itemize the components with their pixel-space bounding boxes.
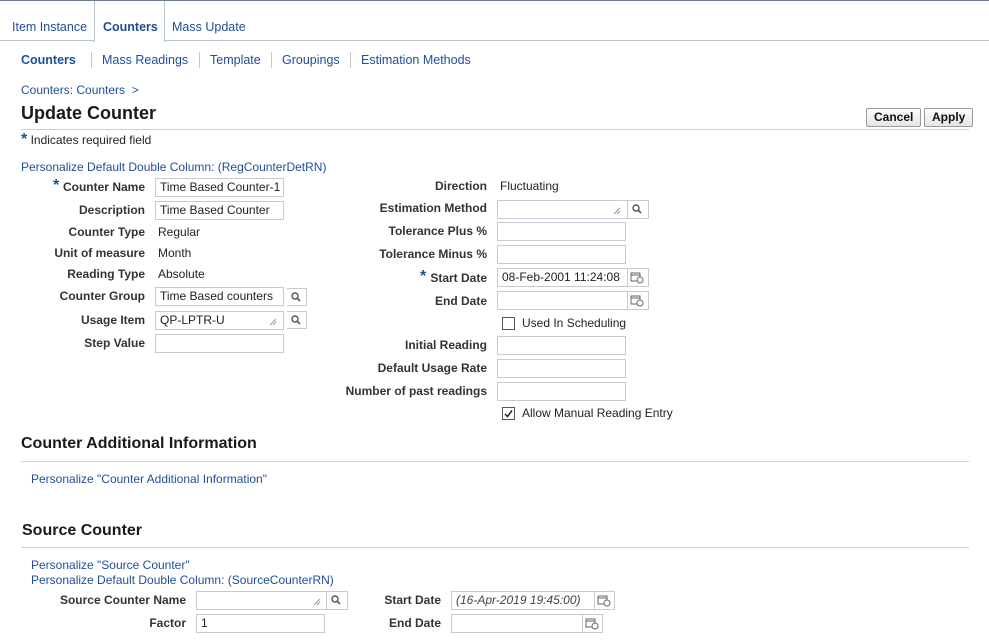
apply-button[interactable]: Apply (924, 108, 974, 127)
end-date-calendar-icon[interactable] (628, 291, 649, 310)
required-note-text: Indicates required field (30, 133, 152, 147)
tolerance-minus-label: Tolerance Minus % (379, 247, 487, 261)
counter-group-input[interactable]: Time Based counters (155, 287, 284, 306)
personalize-source-counter-rn-link[interactable]: Personalize Default Double Column: (Sour… (31, 573, 334, 587)
unit-of-measure-value: Month (158, 246, 192, 260)
estimation-method-label: Estimation Method (379, 201, 487, 215)
counter-group-label: Counter Group (59, 289, 145, 303)
step-value-input[interactable] (155, 334, 284, 353)
tolerance-plus-label: Tolerance Plus % (388, 224, 487, 238)
subnav-counters[interactable]: Counters (21, 53, 76, 67)
source-counter-title: Source Counter (22, 522, 143, 539)
source-counter-search-icon[interactable] (327, 591, 348, 610)
subnav-separator (199, 52, 200, 68)
personalize-source-counter-link[interactable]: Personalize "Source Counter" (31, 558, 190, 572)
source-end-date-input[interactable] (451, 614, 583, 633)
usage-item-search-icon[interactable] (287, 311, 307, 329)
start-date-label: Start Date (430, 271, 487, 285)
resize-grip-icon (312, 596, 322, 610)
tab-item-instance[interactable]: Item Instance (12, 1, 87, 41)
source-end-date-calendar-icon[interactable] (583, 614, 603, 633)
usage-item-input[interactable]: QP-LPTR-U (155, 311, 284, 330)
factor-label: Factor (149, 616, 186, 630)
source-counter-name-label: Source Counter Name (59, 593, 186, 607)
title-divider (21, 129, 969, 130)
page-title: Update Counter (21, 103, 156, 123)
reading-type-label: Reading Type (67, 267, 145, 281)
description-input[interactable]: Time Based Counter (155, 201, 284, 220)
end-date-label: End Date (434, 294, 487, 308)
breadcrumb[interactable]: Counters: Counters > (21, 83, 139, 97)
resize-grip-icon (612, 205, 622, 219)
start-date-calendar-icon[interactable] (628, 268, 649, 287)
direction-label: Direction (434, 179, 487, 193)
description-label: Description (78, 203, 145, 217)
tab-counters[interactable]: Counters (94, 1, 165, 42)
additional-info-divider (21, 461, 969, 462)
source-counter-divider (21, 547, 969, 548)
checkmark-icon (504, 410, 513, 418)
number-past-readings-input[interactable] (497, 382, 626, 401)
tolerance-plus-input[interactable] (497, 222, 626, 241)
factor-input[interactable]: 1 (196, 614, 325, 633)
source-end-date-label: End Date (388, 616, 441, 630)
estimation-method-input[interactable] (497, 200, 628, 219)
estimation-method-search-icon[interactable] (628, 200, 649, 219)
source-start-date-input[interactable]: (16-Apr-2019 19:45:00) (451, 591, 595, 610)
counter-type-label: Counter Type (68, 225, 145, 239)
subnav-separator (271, 52, 272, 68)
counter-name-input[interactable]: Time Based Counter-1 (155, 178, 284, 197)
subnav-separator (350, 52, 351, 68)
counter-type-value: Regular (158, 225, 201, 239)
source-counter-name-input[interactable] (196, 591, 327, 610)
required-star-icon: * (21, 131, 28, 148)
number-past-readings-label: Number of past readings (345, 384, 487, 398)
tolerance-minus-input[interactable] (497, 245, 626, 264)
allow-manual-label: Allow Manual Reading Entry (522, 406, 673, 420)
used-in-scheduling-checkbox[interactable] (502, 317, 515, 330)
unit-of-measure-label: Unit of measure (54, 246, 145, 260)
allow-manual-checkbox[interactable] (502, 407, 515, 420)
cancel-button[interactable]: Cancel (866, 108, 922, 127)
start-date-input[interactable]: 08-Feb-2001 11:24:08 (497, 268, 628, 287)
usage-item-label: Usage Item (80, 313, 145, 327)
initial-reading-input[interactable] (497, 336, 626, 355)
default-usage-rate-input[interactable] (497, 359, 626, 378)
personalize-main-link[interactable]: Personalize Default Double Column: (RegC… (21, 160, 326, 174)
personalize-additional-info-link[interactable]: Personalize "Counter Additional Informat… (31, 472, 267, 486)
tab-bar: Item Instance Counters Mass Update (0, 1, 989, 42)
subnav-separator (91, 52, 92, 68)
tab-mass-update[interactable]: Mass Update (172, 1, 246, 41)
used-in-scheduling-label: Used In Scheduling (522, 316, 627, 330)
required-star-icon: * (53, 177, 60, 194)
source-start-date-calendar-icon[interactable] (595, 591, 615, 610)
resize-grip-icon (268, 316, 278, 330)
subnav-groupings[interactable]: Groupings (282, 53, 340, 67)
subnav-template[interactable]: Template (210, 53, 261, 67)
required-field-note: * Indicates required field (21, 131, 152, 148)
default-usage-rate-label: Default Usage Rate (377, 361, 487, 375)
subnav-estimation-methods[interactable]: Estimation Methods (361, 53, 471, 67)
end-date-input[interactable] (497, 291, 628, 310)
source-start-date-label: Start Date (384, 593, 441, 607)
counter-group-search-icon[interactable] (287, 288, 307, 306)
direction-value: Fluctuating (500, 179, 559, 193)
subnav-mass-readings[interactable]: Mass Readings (102, 53, 188, 67)
step-value-label: Step Value (84, 336, 145, 350)
counter-name-label: Counter Name (62, 180, 145, 194)
required-star-icon: * (420, 268, 427, 285)
reading-type-value: Absolute (158, 267, 205, 281)
additional-info-title: Counter Additional Information (21, 435, 257, 452)
initial-reading-label: Initial Reading (404, 338, 487, 352)
